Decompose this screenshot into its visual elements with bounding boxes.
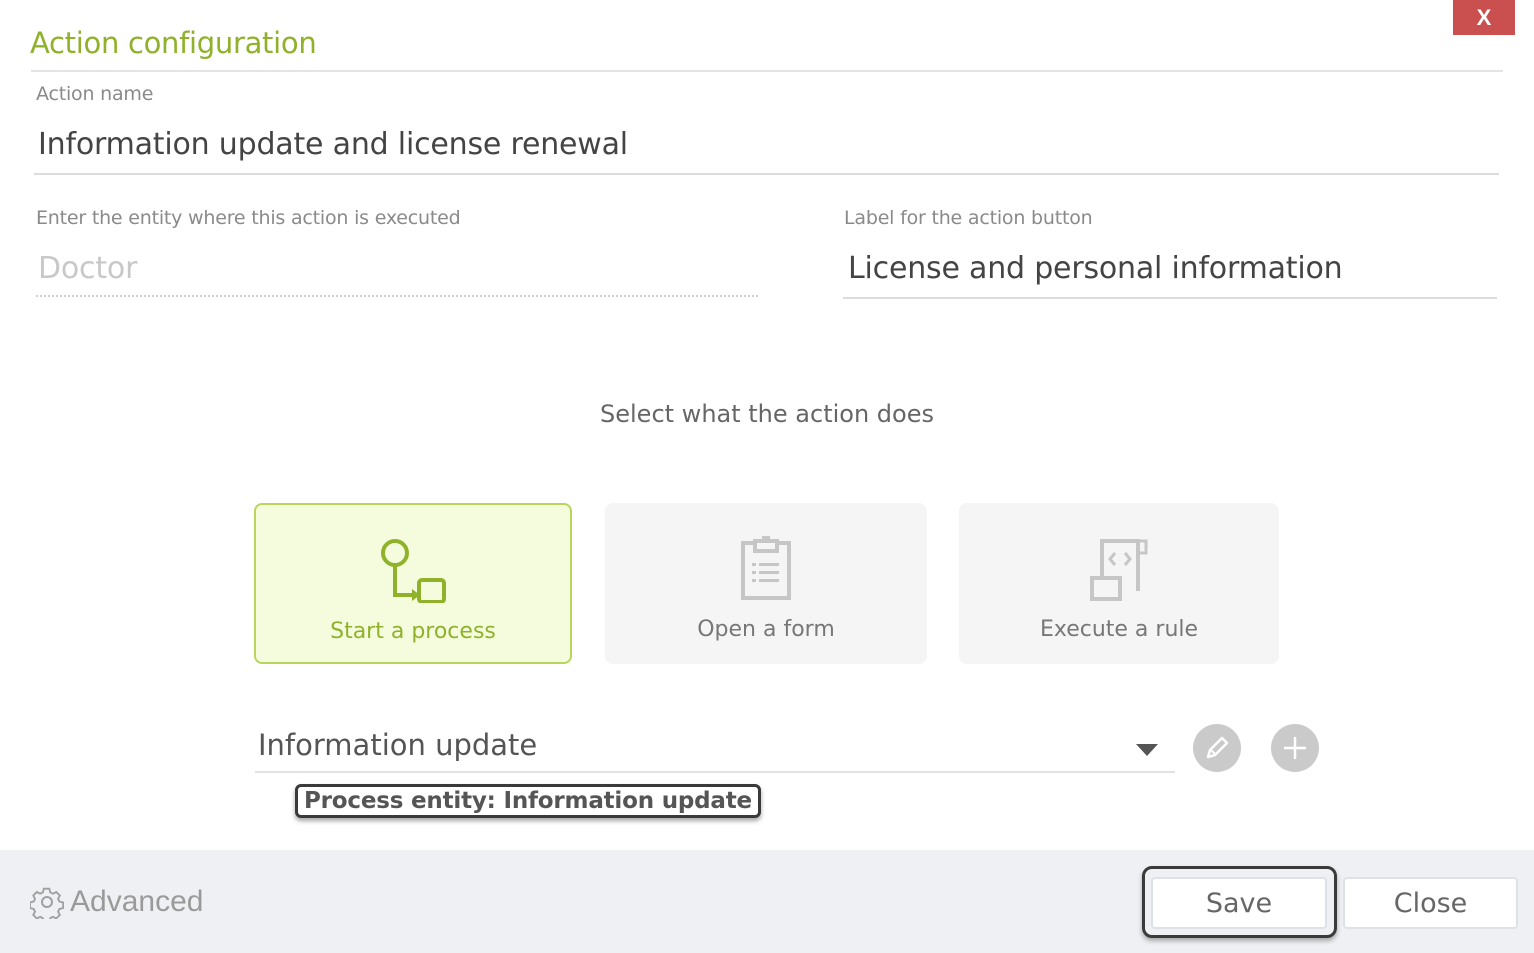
close-dialog-button[interactable]: X (1453, 0, 1515, 35)
plus-icon (1284, 737, 1306, 759)
option-label: Open a form (697, 617, 835, 642)
entity-underline (36, 295, 758, 297)
gear-icon (30, 887, 64, 919)
action-name-underline (34, 173, 1499, 175)
action-name-label: Action name (36, 83, 154, 105)
rule-script-icon (1090, 539, 1148, 601)
title-divider (31, 70, 1503, 72)
add-process-button[interactable] (1271, 724, 1319, 772)
action-name-input[interactable]: Information update and license renewal (38, 127, 628, 162)
save-button[interactable]: Save (1151, 877, 1327, 929)
process-select[interactable]: Information update (258, 728, 537, 762)
edit-process-button[interactable] (1193, 724, 1241, 772)
close-button[interactable]: Close (1343, 877, 1518, 929)
process-entity-tooltip: Process entity: Information update (295, 784, 761, 818)
pencil-icon (1206, 736, 1229, 759)
option-label: Execute a rule (1039, 617, 1199, 642)
button-label-input[interactable]: License and personal information (848, 251, 1343, 286)
action-type-heading: Select what the action does (600, 400, 934, 428)
process-select-underline (255, 771, 1175, 773)
process-icon (381, 539, 446, 603)
entity-label: Enter the entity where this action is ex… (36, 207, 461, 229)
chevron-down-icon[interactable] (1136, 744, 1158, 756)
dialog-title: Action configuration (30, 26, 317, 60)
button-label-label: Label for the action button (844, 207, 1093, 229)
clipboard-form-icon (741, 536, 791, 600)
option-execute-rule[interactable]: Execute a rule (959, 503, 1279, 664)
advanced-label: Advanced (70, 885, 204, 918)
button-label-underline (843, 297, 1497, 299)
option-open-form[interactable]: Open a form (605, 503, 927, 664)
option-label: Start a process (330, 619, 496, 644)
entity-input: Doctor (38, 251, 138, 286)
advanced-button[interactable]: Advanced (30, 885, 203, 919)
option-start-process[interactable]: Start a process (254, 503, 572, 664)
